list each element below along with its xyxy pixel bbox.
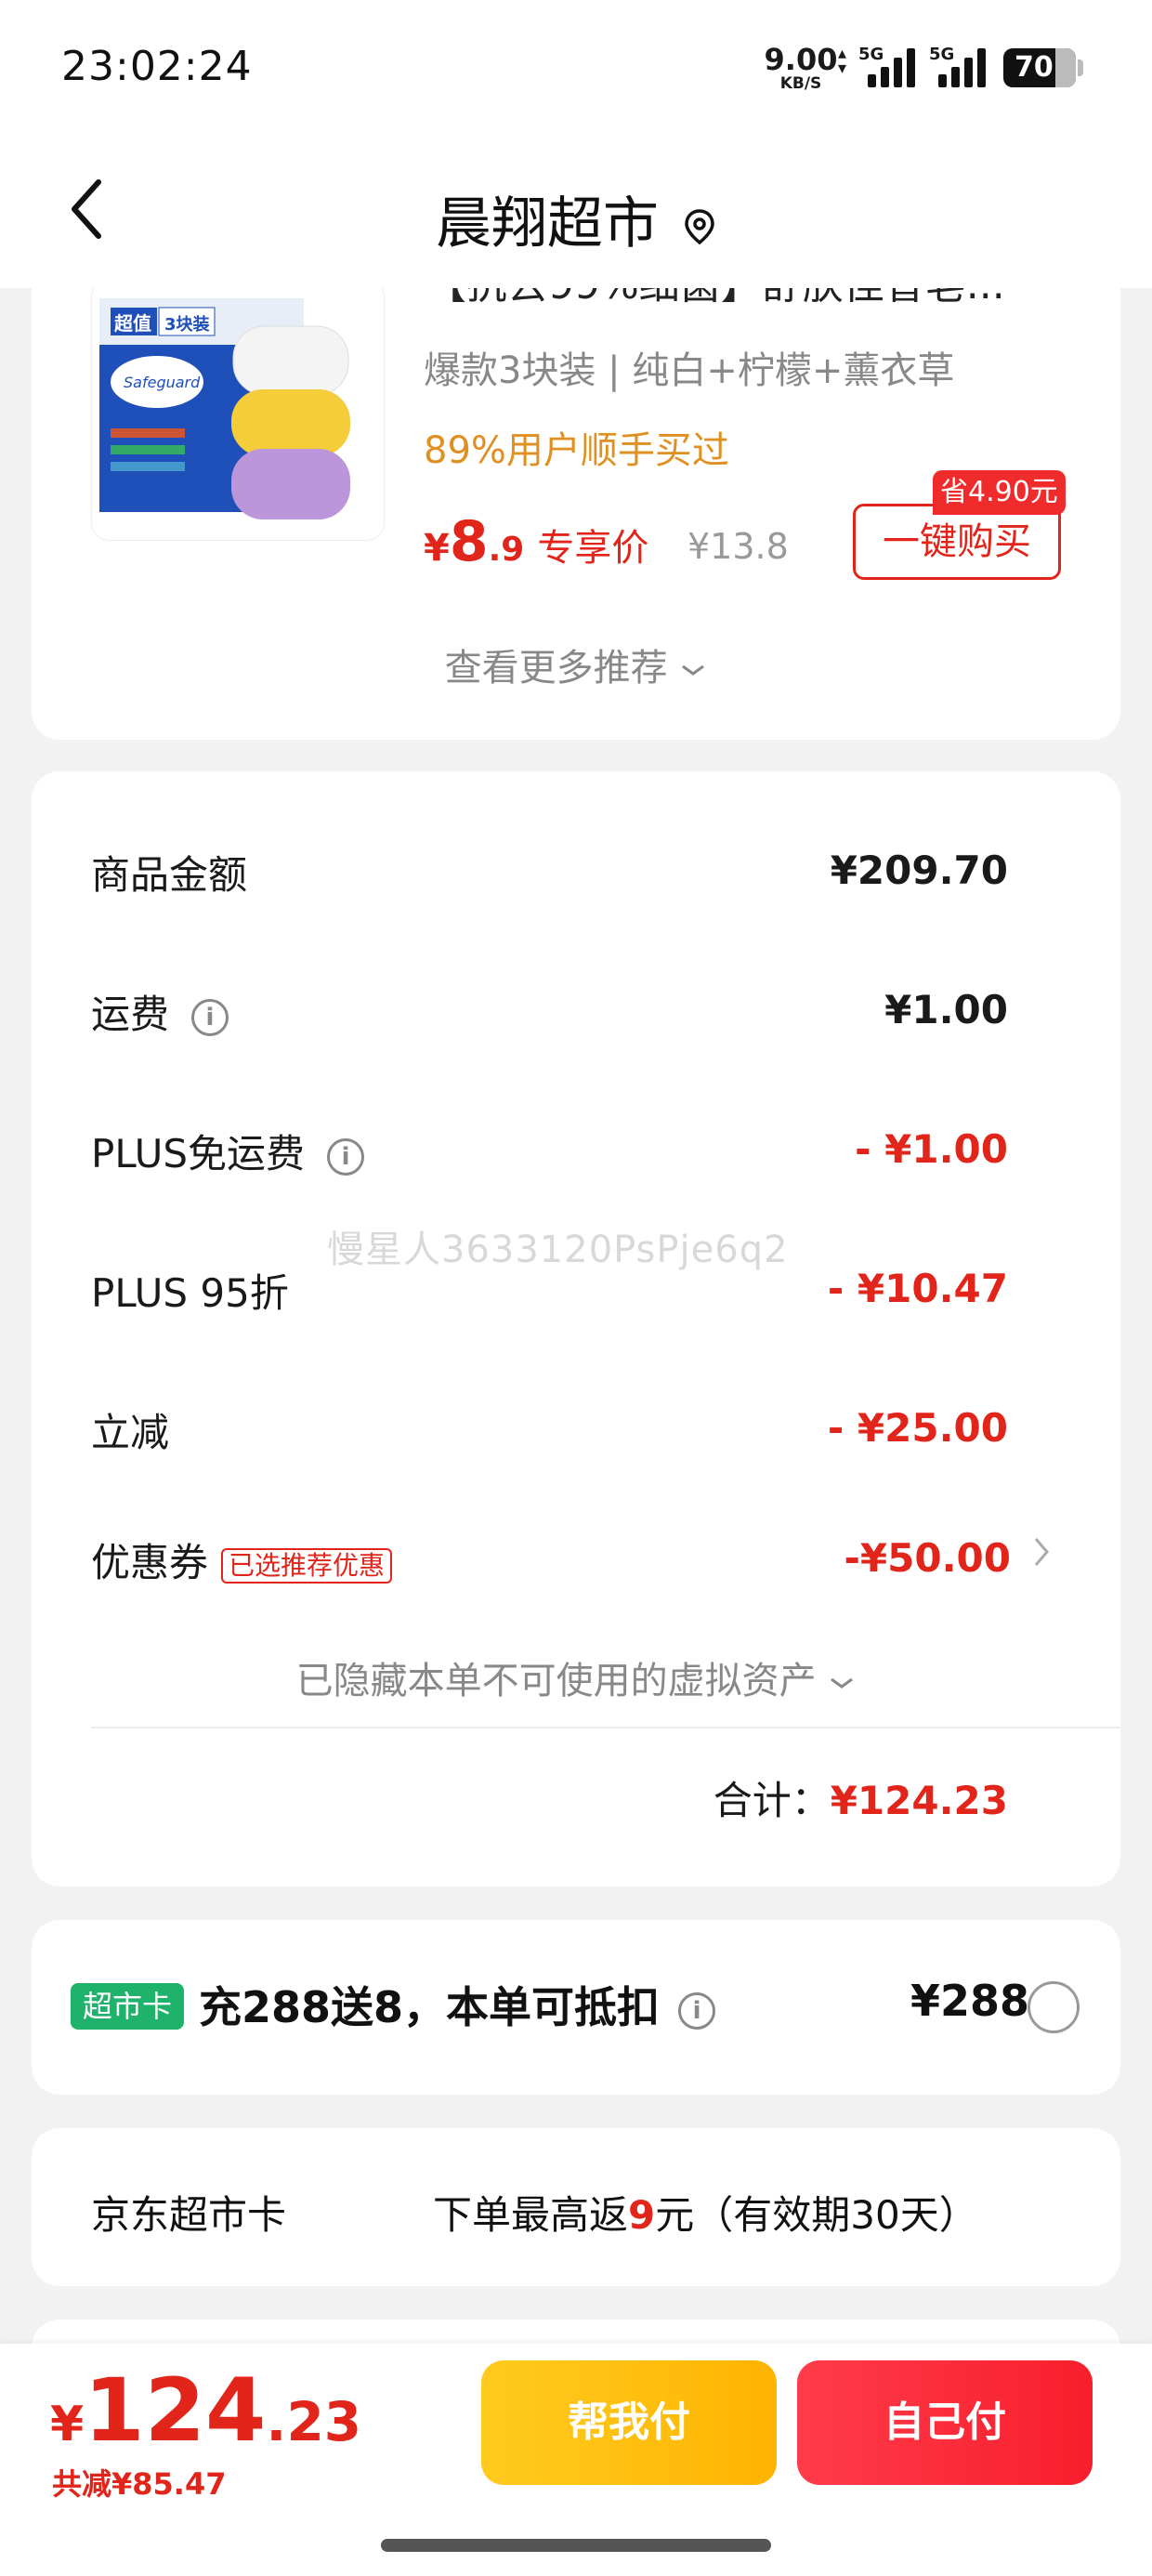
image-brand-label: Safeguard: [124, 374, 201, 391]
chevron-right-icon[interactable]: [1031, 1533, 1052, 1571]
total-value: ¥124.23: [830, 1778, 1008, 1823]
plus-free-shipping-value: - ¥1.00: [855, 1126, 1008, 1172]
price-tag: 专享价: [537, 527, 649, 570]
pay-int: 124: [84, 2360, 267, 2462]
page-title: 晨翔超市: [0, 178, 1152, 259]
image-count-label: 3块装: [164, 314, 210, 335]
friend-pay-button[interactable]: 帮我付: [481, 2360, 777, 2485]
one-click-buy-button[interactable]: 一键购买: [853, 504, 1061, 580]
jd-card-desc: 下单最高返9元（有效期30天）: [433, 2184, 978, 2241]
signal-icon-sim2: 5G: [929, 45, 998, 87]
data-activity-icon: ▴ ▾: [838, 44, 847, 78]
self-pay-button[interactable]: 自己付: [797, 2360, 1093, 2485]
product-spec: 爆款3块装 | 纯白+柠檬+薰衣草: [424, 349, 955, 392]
location-pin-icon[interactable]: [683, 208, 716, 245]
shipping-value: ¥1.00: [884, 987, 1008, 1032]
save-badge: 省4.90元: [933, 470, 1066, 515]
pay-saved: 共减¥85.47: [52, 2466, 227, 2502]
fee-card: [32, 771, 1120, 1886]
price-symbol: ¥: [424, 527, 450, 570]
coupon-label-text: 优惠券: [91, 1540, 209, 1585]
safeguard-soap-image: 超值 3块装 Safeguard: [99, 298, 350, 519]
sim1-label: 5G: [858, 45, 884, 64]
network-speed: 9.00 KB/S: [764, 45, 838, 92]
jd-card-desc-suffix: 元（有效期30天）: [655, 2192, 978, 2238]
chevron-down-icon: [831, 1677, 854, 1689]
more-recommend-label: 查看更多推荐: [444, 647, 668, 690]
divider: [91, 1727, 1120, 1728]
shipping-label: 运费 i: [91, 983, 229, 1040]
coupon-label[interactable]: 优惠券 已选推荐优惠: [91, 1531, 393, 1588]
sim2-label: 5G: [929, 45, 955, 64]
battery-level: 70: [1015, 51, 1054, 84]
plus-discount-label: PLUS 95折: [91, 1270, 289, 1316]
more-recommend-toggle[interactable]: 查看更多推荐: [0, 637, 1152, 691]
status-time: 23:02:24: [61, 43, 253, 90]
coupon-chip: 已选推荐优惠: [221, 1547, 393, 1584]
jd-card-label: 京东超市卡: [91, 2192, 287, 2238]
network-speed-value: 9.00: [764, 42, 838, 77]
plus-free-shipping-text: PLUS免运费: [91, 1131, 306, 1176]
nav-header: 晨翔超市: [0, 139, 1152, 288]
signal-icon-sim1: 5G: [858, 45, 927, 87]
instant-discount-label: 立减: [91, 1410, 170, 1455]
info-icon[interactable]: i: [191, 998, 229, 1036]
plus-free-shipping-label: PLUS免运费 i: [91, 1123, 365, 1179]
market-card-offer-text: 充288送8，本单可抵扣 i: [199, 1974, 716, 2035]
image-value-label: 超值: [113, 312, 151, 335]
network-speed-unit: KB/S: [779, 74, 822, 93]
product-image[interactable]: 超值 3块装 Safeguard: [91, 279, 385, 541]
battery-icon: 70: [1003, 48, 1083, 87]
total-label: 合计：: [713, 1778, 831, 1823]
original-price: ¥13.8: [687, 526, 789, 567]
pay-dec: .23: [266, 2390, 362, 2453]
hidden-assets-label: 已隐藏本单不可使用的虚拟资产: [295, 1660, 817, 1702]
jd-card-desc-num: 9: [628, 2192, 656, 2238]
chevron-down-icon: [682, 664, 705, 676]
info-icon[interactable]: i: [327, 1137, 365, 1176]
pay-symbol: ¥: [50, 2397, 85, 2452]
status-bar: 23:02:24 9.00 KB/S ▴ ▾ 5G 5G 70: [0, 0, 1152, 139]
market-card-price: ¥288: [910, 1976, 1030, 2026]
price-dec: .9: [488, 531, 525, 569]
home-indicator[interactable]: [381, 2539, 771, 2552]
jd-card-desc-prefix: 下单最高返: [433, 2192, 629, 2238]
instant-discount-value: - ¥25.00: [827, 1405, 1008, 1451]
product-price: ¥8.9 专享价: [424, 509, 648, 574]
plus-discount-value: - ¥10.47: [827, 1266, 1008, 1311]
order-total: 合计：¥124.23: [713, 1769, 1008, 1826]
watermark: 慢星人3633120PsPje6q2: [327, 1229, 789, 1271]
price-int: 8: [449, 509, 489, 574]
hidden-assets-toggle[interactable]: 已隐藏本单不可使用的虚拟资产: [0, 1650, 1152, 1704]
coupon-value[interactable]: -¥50.00: [844, 1535, 1011, 1581]
info-icon[interactable]: i: [678, 1991, 716, 2030]
shipping-label-text: 运费: [91, 992, 170, 1037]
store-name: 晨翔超市: [436, 191, 659, 256]
goods-amount-value: ¥209.70: [830, 848, 1008, 893]
market-card-offer-label: 充288送8，本单可抵扣: [199, 1982, 661, 2032]
goods-amount-label: 商品金额: [91, 852, 248, 898]
product-buy-note: 89%用户顺手买过: [424, 429, 729, 472]
pay-amount: ¥124.23: [50, 2360, 361, 2462]
market-card-tag: 超市卡: [71, 1983, 184, 2030]
market-card-radio[interactable]: [1028, 1981, 1080, 2033]
